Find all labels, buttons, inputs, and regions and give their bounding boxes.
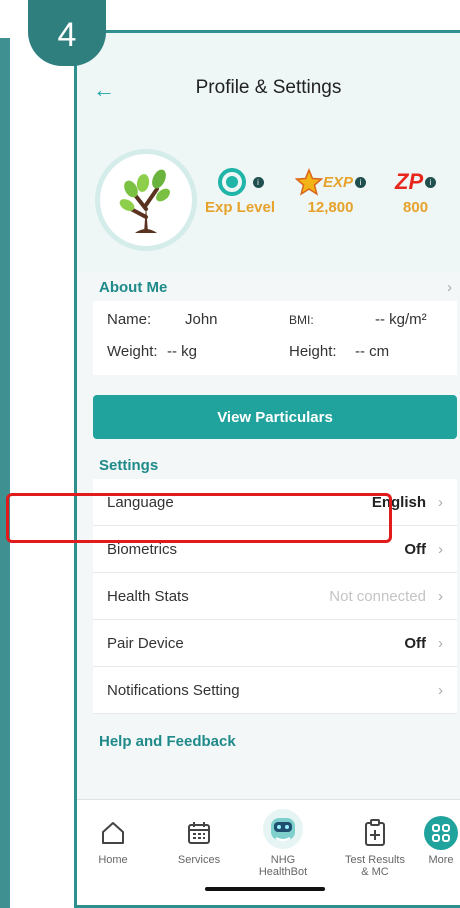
step-badge: 4	[28, 0, 106, 66]
setting-health-stats[interactable]: Health Stats Not connected ›	[93, 573, 457, 620]
tab-label: More	[428, 854, 454, 866]
tab-label: NHG HealthBot	[258, 854, 308, 878]
about-me-heading: About Me	[99, 279, 168, 296]
stat-exp-level[interactable]: i Exp Level	[205, 165, 275, 216]
stat-value: 12,800	[307, 199, 354, 216]
tab-more[interactable]: More	[421, 814, 460, 866]
exp-level-icon	[217, 168, 246, 196]
weight-label: Weight:	[107, 343, 158, 360]
height-value: -- cm	[355, 343, 390, 360]
left-frame-strip	[0, 38, 10, 908]
profile-card: i Exp Level EXP i 12,800 ZP i 800	[77, 143, 460, 273]
chevron-right-icon: ›	[438, 587, 443, 605]
chevron-right-icon: ›	[438, 681, 443, 699]
setting-pair-device[interactable]: Pair Device Off ›	[93, 620, 457, 667]
chevron-right-icon[interactable]: ›	[447, 279, 452, 296]
chevron-right-icon: ›	[438, 493, 443, 511]
setting-label: Notifications Setting	[107, 681, 240, 699]
info-icon[interactable]: i	[252, 176, 264, 188]
stat-exp[interactable]: EXP i 12,800	[295, 165, 367, 216]
chevron-right-icon: ›	[438, 634, 443, 652]
stat-zp[interactable]: ZP i 800	[395, 165, 437, 216]
help-feedback-heading[interactable]: Help and Feedback	[99, 733, 236, 750]
phone-frame: ← Profile & Settings i Exp Level EXP i 1…	[74, 30, 460, 908]
stat-label: Exp Level	[205, 199, 276, 216]
setting-value: Not connected	[329, 587, 426, 605]
home-icon	[102, 822, 124, 844]
tree-avatar-icon	[119, 169, 170, 233]
bottom-tab-bar: Home Services NHG HealthBot Test Results…	[77, 799, 460, 905]
tab-test-results[interactable]: Test Results & MC	[339, 814, 411, 878]
avatar[interactable]	[95, 149, 197, 251]
tab-label: Home	[98, 854, 128, 866]
more-grid-icon	[424, 816, 458, 850]
setting-value: Off	[404, 634, 426, 652]
view-particulars-button[interactable]: View Particulars	[93, 395, 457, 439]
info-icon[interactable]: i	[355, 176, 367, 188]
healthbot-icon	[263, 809, 303, 849]
chevron-right-icon: ›	[438, 540, 443, 558]
page-title: Profile & Settings	[195, 77, 342, 98]
bmi-value: -- kg/m²	[375, 311, 427, 328]
calendar-icon	[188, 822, 210, 844]
zp-icon: ZP	[395, 169, 424, 194]
weight-value: -- kg	[167, 343, 197, 360]
tab-services[interactable]: Services	[167, 814, 231, 866]
setting-label: Pair Device	[107, 634, 184, 652]
info-icon[interactable]: i	[425, 176, 437, 188]
exp-badge: EXP	[323, 173, 354, 191]
setting-label: Health Stats	[107, 587, 189, 605]
tab-healthbot[interactable]: NHG HealthBot	[249, 806, 317, 878]
height-label: Height:	[289, 343, 337, 360]
setting-value: Off	[404, 540, 426, 558]
screenshot-stage: ← Profile & Settings i Exp Level EXP i 1…	[0, 0, 460, 908]
star-icon	[295, 168, 323, 196]
tab-label: Test Results & MC	[345, 854, 405, 878]
app-header: ← Profile & Settings	[77, 33, 460, 143]
bmi-label: BMI:	[289, 313, 314, 327]
stat-value: 800	[403, 199, 429, 216]
biometrics-highlight-box	[6, 493, 392, 543]
tab-home[interactable]: Home	[91, 814, 135, 866]
settings-heading: Settings	[99, 457, 159, 474]
about-me-card[interactable]: Name: John BMI: -- kg/m² Weight: -- kg H…	[93, 301, 457, 375]
name-label: Name:	[107, 311, 152, 328]
setting-notifications[interactable]: Notifications Setting ›	[93, 667, 457, 714]
name-value: John	[185, 311, 218, 328]
setting-label: Biometrics	[107, 540, 178, 558]
tab-label: Services	[177, 854, 221, 866]
home-indicator	[205, 887, 325, 891]
clipboard-icon	[365, 819, 385, 846]
